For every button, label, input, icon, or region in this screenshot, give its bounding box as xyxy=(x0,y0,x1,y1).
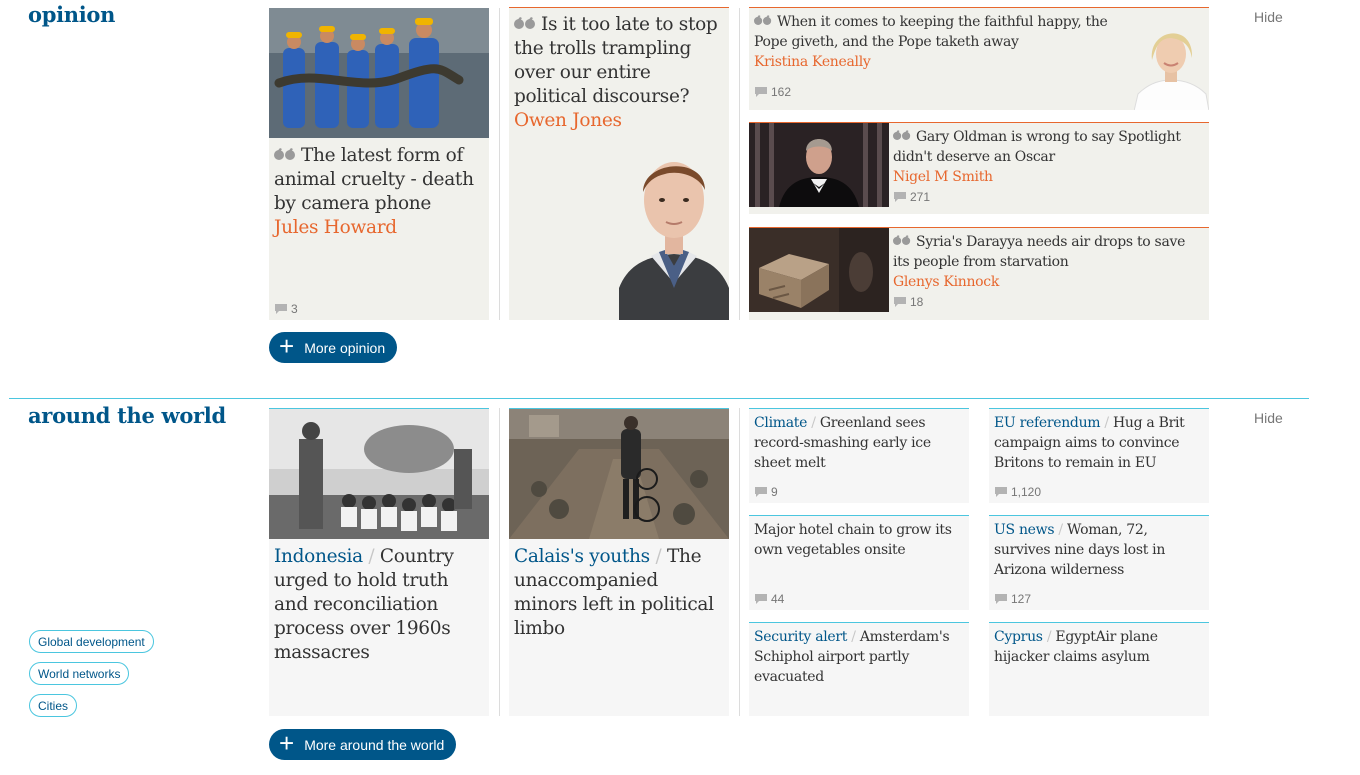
kicker[interactable]: EU referendum xyxy=(994,415,1101,431)
comment-icon xyxy=(755,487,767,497)
news-card[interactable]: Security alert / Amsterdam's Schiphol ai… xyxy=(749,622,969,716)
byline[interactable]: Jules Howard xyxy=(274,216,484,240)
article-photo xyxy=(269,8,489,138)
comment-count[interactable]: 44 xyxy=(754,592,784,606)
article-photo xyxy=(509,409,729,539)
news-headline[interactable]: EU referendum / Hug a Brit campaign aims… xyxy=(994,413,1206,473)
opinion-card[interactable]: Syria's Darayya needs air drops to save … xyxy=(749,227,1209,320)
news-headline[interactable]: Climate / Greenland sees record-smashing… xyxy=(754,413,966,473)
news-headline[interactable]: Security alert / Amsterdam's Schiphol ai… xyxy=(754,627,966,687)
article-photo xyxy=(749,123,889,207)
opinion-headline[interactable]: Syria's Darayya needs air drops to save … xyxy=(893,232,1203,292)
news-card[interactable]: Calais's youths / The unaccompanied mino… xyxy=(509,408,729,716)
news-card[interactable]: US news / Woman, 72, survives nine days … xyxy=(989,515,1209,610)
column-divider xyxy=(499,8,500,320)
author-photo xyxy=(619,148,729,320)
comment-count[interactable]: 127 xyxy=(994,592,1031,606)
quote-icon xyxy=(893,232,911,252)
opinion-headline[interactable]: Is it too late to stop the trolls trampl… xyxy=(514,13,726,133)
quote-icon xyxy=(754,12,772,32)
opinion-headline[interactable]: The latest form of animal cruelty - deat… xyxy=(274,144,484,240)
news-headline[interactable]: Cyprus / EgyptAir plane hijacker claims … xyxy=(994,627,1206,667)
comment-icon xyxy=(755,87,767,97)
quote-icon xyxy=(514,13,536,37)
column-divider xyxy=(739,408,740,716)
news-card[interactable]: Cyprus / EgyptAir plane hijacker claims … xyxy=(989,622,1209,716)
tag-global-development[interactable]: Global development xyxy=(29,630,154,653)
plus-icon: + xyxy=(279,331,295,361)
article-photo xyxy=(269,409,489,539)
opinion-headline[interactable]: When it comes to keeping the faithful ha… xyxy=(754,12,1134,72)
news-card[interactable]: EU referendum / Hug a Brit campaign aims… xyxy=(989,408,1209,503)
more-opinion-label: More opinion xyxy=(304,339,386,356)
tag-world-networks[interactable]: World networks xyxy=(29,662,130,685)
byline[interactable]: Nigel M Smith xyxy=(893,167,1203,187)
opinion-card[interactable]: Gary Oldman is wrong to say Spotlight di… xyxy=(749,122,1209,214)
section-title-opinion[interactable]: opinion xyxy=(28,2,115,27)
hide-opinion-link[interactable]: Hide xyxy=(1254,9,1283,25)
comment-icon xyxy=(755,594,767,604)
comment-count[interactable]: 3 xyxy=(274,302,298,316)
kicker[interactable]: Climate xyxy=(754,415,807,431)
article-photo xyxy=(749,228,889,312)
opinion-headline[interactable]: Gary Oldman is wrong to say Spotlight di… xyxy=(893,127,1203,187)
kicker[interactable]: Indonesia xyxy=(274,546,363,567)
comment-count[interactable]: 9 xyxy=(754,485,778,499)
kicker[interactable]: Calais's youths xyxy=(514,546,650,567)
plus-icon: + xyxy=(279,728,295,758)
comment-icon xyxy=(275,304,287,314)
news-card[interactable]: Major hotel chain to grow its own vegeta… xyxy=(749,515,969,610)
news-headline[interactable]: Major hotel chain to grow its own vegeta… xyxy=(754,520,966,560)
kicker[interactable]: Cyprus xyxy=(994,629,1043,645)
hide-world-link[interactable]: Hide xyxy=(1254,410,1283,426)
tag-cities[interactable]: Cities xyxy=(29,694,78,717)
more-opinion-button[interactable]: + More opinion xyxy=(269,331,398,363)
news-headline[interactable]: Calais's youths / The unaccompanied mino… xyxy=(514,545,726,641)
section-title-around-the-world[interactable]: around the world xyxy=(28,403,226,428)
kicker[interactable]: Security alert xyxy=(754,629,847,645)
opinion-card[interactable]: Is it too late to stop the trolls trampl… xyxy=(509,7,729,320)
comment-count[interactable]: 271 xyxy=(893,190,930,204)
news-headline[interactable]: US news / Woman, 72, survives nine days … xyxy=(994,520,1206,580)
comment-count[interactable]: 162 xyxy=(754,85,791,99)
comment-icon xyxy=(894,297,906,307)
comment-icon xyxy=(995,487,1007,497)
more-world-label: More around the world xyxy=(304,736,445,753)
comment-count[interactable]: 18 xyxy=(893,295,923,309)
opinion-card[interactable]: When it comes to keeping the faithful ha… xyxy=(749,7,1209,110)
more-around-the-world-button[interactable]: + More around the world xyxy=(269,728,457,760)
news-headline[interactable]: Indonesia / Country urged to hold truth … xyxy=(274,545,486,665)
column-divider xyxy=(739,8,740,320)
quote-icon xyxy=(893,127,911,147)
comment-icon xyxy=(894,192,906,202)
news-card[interactable]: Climate / Greenland sees record-smashing… xyxy=(749,408,969,503)
column-divider xyxy=(499,408,500,716)
news-card[interactable]: Indonesia / Country urged to hold truth … xyxy=(269,408,489,716)
quote-icon xyxy=(274,144,296,168)
byline[interactable]: Glenys Kinnock xyxy=(893,272,1203,292)
author-photo xyxy=(1134,18,1209,110)
byline[interactable]: Kristina Keneally xyxy=(754,52,1134,72)
section-divider xyxy=(9,398,1309,399)
comment-count[interactable]: 1,120 xyxy=(994,485,1041,499)
kicker[interactable]: US news xyxy=(994,522,1055,538)
opinion-card[interactable]: The latest form of animal cruelty - deat… xyxy=(269,8,489,320)
byline[interactable]: Owen Jones xyxy=(514,109,726,133)
comment-icon xyxy=(995,594,1007,604)
